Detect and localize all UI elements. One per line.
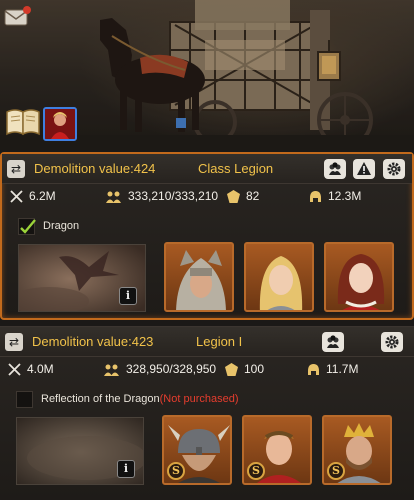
dragon-checkbox[interactable] — [18, 217, 36, 235]
team-icon[interactable] — [324, 159, 346, 179]
info-button[interactable]: i — [119, 287, 137, 305]
warning-icon[interactable] — [353, 159, 375, 179]
attack-stat: 4.0M — [8, 362, 54, 376]
troops-value: 333,210/333,210 — [128, 189, 219, 203]
swap-icon[interactable]: ⇄ — [5, 333, 23, 351]
rank-s-badge: S — [167, 462, 185, 480]
gear-icon[interactable] — [383, 159, 405, 179]
level-stat: 100 — [225, 362, 264, 376]
legion-name: Class Legion — [198, 161, 274, 176]
power-stat: 12.3M — [309, 189, 361, 203]
dragon-checkbox[interactable] — [16, 390, 33, 408]
rank-s-badge: S — [247, 462, 265, 480]
hero-wolf-hood[interactable] — [164, 242, 234, 312]
legion-panel-1[interactable]: ⇄ Demolition value:424 Class Legion 6.2M… — [0, 152, 414, 320]
checkmark-icon — [20, 218, 36, 234]
hero-laurel-emperor[interactable]: S — [242, 415, 312, 485]
legion-stats: 6.2M 333,210/333,210 82 12.3M — [2, 186, 412, 208]
level-badge-icon — [225, 362, 238, 376]
envelope-icon[interactable] — [2, 4, 32, 30]
info-button[interactable]: i — [117, 460, 135, 478]
power-value: 11.7M — [326, 362, 359, 376]
attack-value: 4.0M — [27, 362, 54, 376]
dragon-image[interactable]: i — [18, 244, 146, 312]
level-value: 82 — [246, 189, 260, 203]
crossed-swords-icon — [8, 362, 21, 376]
legion-name: Legion I — [196, 334, 243, 349]
dragon-label: Reflection of the Dragon(Not purchased) — [41, 393, 239, 405]
power-value: 12.3M — [328, 189, 362, 203]
dragon-label: Dragon — [43, 220, 80, 232]
troops-stat: 333,210/333,210 — [106, 189, 218, 203]
dragon-option[interactable]: Dragon — [18, 217, 79, 235]
hero-crowned-king[interactable]: S — [322, 415, 392, 485]
rank-s-badge: S — [327, 462, 345, 480]
legion-header: ⇄ Demolition value:424 Class Legion — [2, 154, 412, 184]
helmet-icon — [308, 363, 319, 375]
troops-value: 328,950/328,950 — [126, 362, 217, 376]
team-icon[interactable] — [322, 332, 344, 352]
hero-blonde-knight[interactable] — [244, 242, 314, 312]
not-purchased-status: (Not purchased) — [159, 393, 239, 405]
troops-icon — [104, 364, 119, 376]
scene-banner — [0, 0, 414, 150]
troops-icon — [106, 191, 121, 203]
legion-header: ⇄ Demolition value:423 Legion I — [0, 327, 414, 357]
legion-panel-2[interactable]: ⇄ Demolition value:423 Legion I 4.0M 328… — [0, 326, 414, 500]
hero-red-queen[interactable] — [324, 242, 394, 312]
level-stat: 82 — [227, 189, 259, 203]
power-stat: 11.7M — [307, 362, 358, 376]
book-icon[interactable] — [4, 106, 42, 138]
hero-portrait-icon[interactable] — [43, 107, 77, 141]
hero-viking-helmet[interactable]: S — [162, 415, 232, 485]
demolition-value: Demolition value:424 — [34, 161, 156, 176]
level-value: 100 — [244, 362, 265, 376]
troops-stat: 328,950/328,950 — [104, 362, 216, 376]
swap-icon[interactable]: ⇄ — [7, 160, 25, 178]
level-badge-icon — [227, 189, 240, 203]
dragon-option[interactable]: Reflection of the Dragon(Not purchased) — [16, 390, 239, 408]
gear-icon[interactable] — [381, 332, 403, 352]
legion-stats: 4.0M 328,950/328,950 100 11.7M — [0, 359, 414, 381]
attack-value: 6.2M — [29, 189, 56, 203]
helmet-icon — [310, 190, 321, 202]
crossed-swords-icon — [10, 189, 23, 203]
dragon-image[interactable]: i — [16, 417, 144, 485]
demolition-value: Demolition value:423 — [32, 334, 154, 349]
attack-stat: 6.2M — [10, 189, 56, 203]
